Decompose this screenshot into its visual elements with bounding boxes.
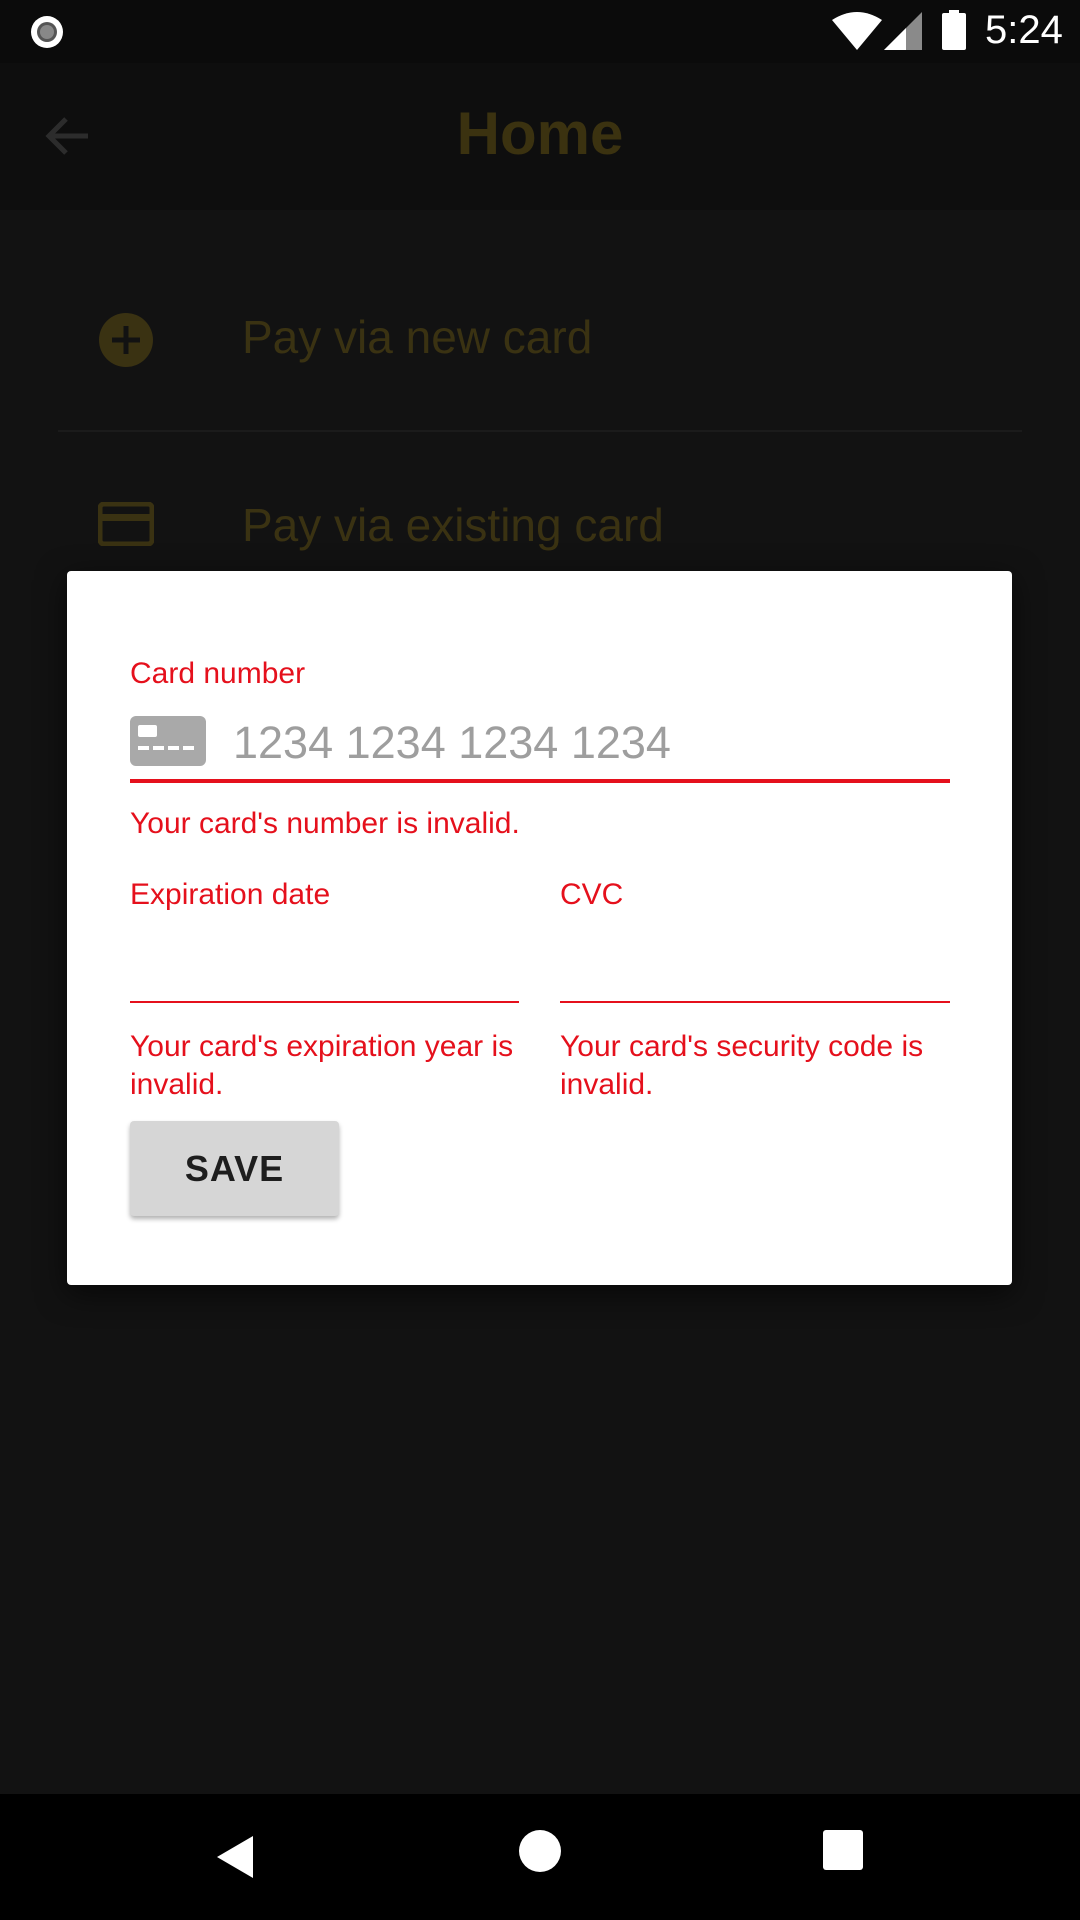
cvc-input[interactable] bbox=[560, 939, 950, 999]
menu-item-label: Pay via existing card bbox=[242, 499, 664, 551]
expiration-underline bbox=[130, 1001, 519, 1003]
cvc-label: CVC bbox=[560, 878, 624, 911]
system-nav-bar bbox=[0, 1794, 1080, 1920]
divider bbox=[58, 430, 1022, 432]
page-title: Home bbox=[456, 100, 624, 167]
nav-back-icon[interactable] bbox=[215, 1834, 255, 1880]
app-toolbar: Home bbox=[0, 63, 1080, 210]
expiration-input[interactable] bbox=[130, 939, 519, 999]
menu-item-label: Pay via new card bbox=[242, 311, 593, 363]
card-input-dialog: Card number Your card's number is invali… bbox=[67, 571, 1012, 1285]
nav-recents-icon[interactable] bbox=[823, 1830, 863, 1870]
card-number-label: Card number bbox=[130, 657, 306, 690]
expiration-error: Your card's expiration year is invalid. bbox=[130, 1030, 514, 1101]
cell-signal-icon bbox=[884, 12, 922, 50]
card-brand-icon bbox=[130, 716, 206, 766]
cvc-error: Your card's security code is invalid. bbox=[560, 1030, 924, 1101]
card-number-error: Your card's number is invalid. bbox=[130, 807, 520, 840]
card-number-input[interactable] bbox=[233, 711, 933, 775]
add-circle-icon bbox=[99, 313, 153, 367]
nav-home-icon[interactable] bbox=[519, 1830, 561, 1872]
menu-item-new-card[interactable]: Pay via new card bbox=[0, 260, 1080, 420]
record-icon bbox=[31, 16, 63, 48]
cvc-underline bbox=[560, 1001, 950, 1003]
save-button[interactable]: SAVE bbox=[130, 1121, 339, 1216]
wifi-icon bbox=[832, 12, 882, 50]
status-bar: 5:24 bbox=[0, 0, 1080, 63]
battery-icon bbox=[942, 10, 966, 50]
credit-card-icon bbox=[98, 502, 154, 546]
expiration-label: Expiration date bbox=[130, 878, 331, 911]
status-time: 5:24 bbox=[985, 8, 1063, 52]
card-number-underline bbox=[130, 779, 950, 783]
